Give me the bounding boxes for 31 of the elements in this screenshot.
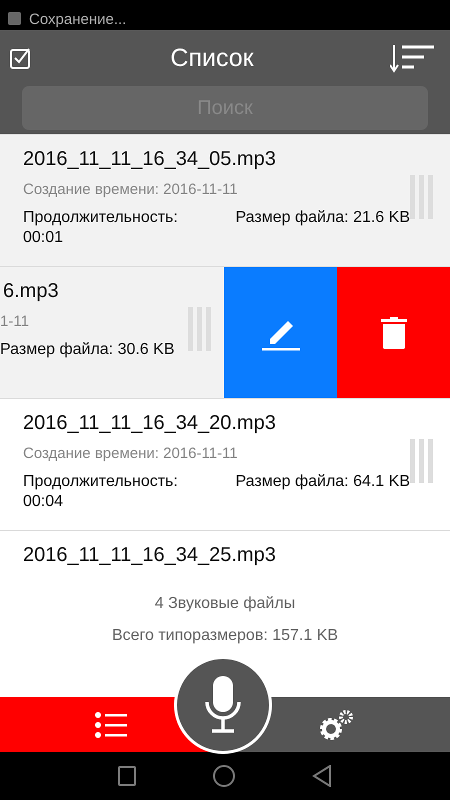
duration-label: Продолжительность: xyxy=(23,208,178,228)
sort-icon[interactable] xyxy=(390,43,436,73)
creation-date: Создание времени: 2016-11-11 xyxy=(23,445,239,462)
recording-row[interactable]: 2016_11_11_16_34_05.mp3 Создание времени: 2016-11-11 Продолжительность: 00:01 Размер файла: 21.6 KB xyxy=(0,134,450,266)
home-icon[interactable] xyxy=(212,764,236,788)
delete-button[interactable] xyxy=(337,267,450,398)
microphone-icon xyxy=(204,676,242,734)
duration: 00:04 xyxy=(23,492,64,512)
gears-icon xyxy=(319,708,355,740)
file-name: 6.mp3 xyxy=(2,279,60,304)
screen-title: Список xyxy=(170,44,254,72)
drag-handle-icon[interactable] xyxy=(410,439,436,483)
gallery-icon xyxy=(8,12,21,25)
file-size: Размер файла: 30.6 KB xyxy=(0,340,176,360)
creation-date: 1-11 xyxy=(0,313,30,330)
file-size: Размер файла: 21.6 KB xyxy=(236,208,410,228)
file-count: 4 Звуковые файлы xyxy=(154,595,296,613)
file-name: 2016_11_11_16_34_25.mp3 xyxy=(23,543,277,568)
duration-label: Продолжительность: xyxy=(23,472,178,492)
recording-row[interactable]: 6.mp3 1-11 Размер файла: 30.6 KB xyxy=(0,266,450,398)
file-name: 2016_11_11_16_34_05.mp3 xyxy=(23,147,277,172)
file-size: Размер файла: 64.1 KB xyxy=(236,472,410,492)
notification-text: Сохранение... xyxy=(29,10,126,30)
file-name: 2016_11_11_16_34_20.mp3 xyxy=(23,411,277,436)
trash-icon xyxy=(380,316,406,348)
total-size: Всего типоразмеров: 157.1 KB xyxy=(110,627,340,645)
back-icon[interactable] xyxy=(312,765,332,787)
creation-date: Создание времени: 2016-11-11 xyxy=(23,181,239,198)
duration: 00:01 xyxy=(23,228,64,248)
recents-icon[interactable] xyxy=(118,766,136,786)
list-icon xyxy=(95,712,127,738)
